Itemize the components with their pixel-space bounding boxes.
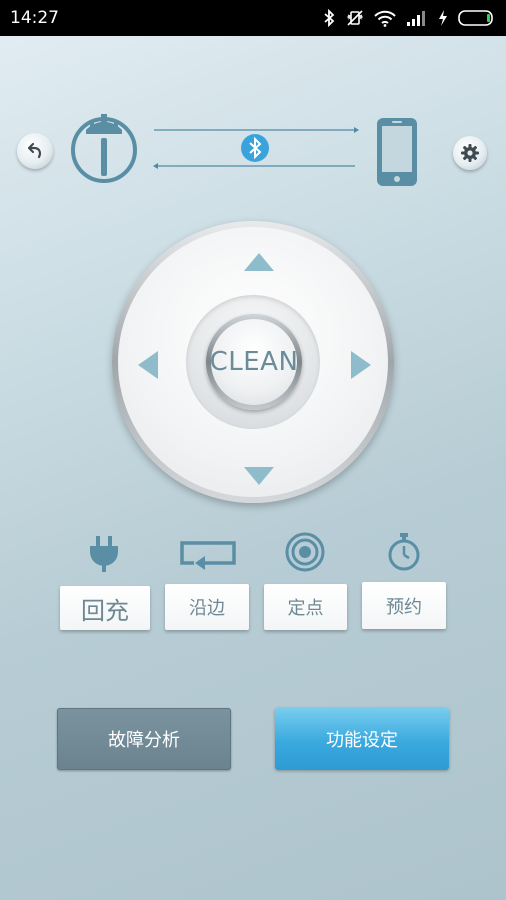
status-icons: [322, 9, 496, 27]
clean-button-label: CLEAN: [210, 319, 298, 405]
direction-pad: CLEAN: [112, 221, 394, 503]
charging-icon: [439, 10, 447, 26]
plug-icon: [90, 536, 118, 572]
arrow-right-button[interactable]: [351, 351, 371, 379]
fault-analysis-button[interactable]: 故障分析: [57, 708, 231, 770]
edge-clean-label: 沿边: [189, 598, 225, 619]
bluetooth-icon: [324, 9, 335, 27]
back-arrow-icon: [27, 142, 42, 159]
smartphone-icon: [377, 118, 417, 186]
clean-button[interactable]: CLEAN: [206, 314, 302, 410]
arrow-up-button[interactable]: [244, 253, 274, 271]
settings-button[interactable]: [453, 136, 487, 170]
robot-vacuum-icon: [71, 114, 137, 183]
bluetooth-icon: [241, 134, 269, 162]
fault-analysis-label: 故障分析: [108, 730, 180, 751]
schedule-label: 预约: [386, 596, 422, 618]
edge-return-icon: [180, 541, 236, 570]
recharge-button[interactable]: 回充: [60, 586, 150, 630]
arrow-down-button[interactable]: [244, 467, 274, 485]
schedule-button[interactable]: 预约: [362, 582, 446, 629]
arrow-left-button[interactable]: [138, 351, 158, 379]
spot-clean-button[interactable]: 定点: [264, 584, 347, 630]
back-button[interactable]: [17, 133, 53, 169]
wifi-icon: [374, 10, 396, 27]
status-time: 14:27: [10, 8, 59, 28]
stopwatch-icon: [388, 533, 420, 571]
battery-icon: [458, 10, 493, 26]
gear-icon: [461, 144, 479, 162]
target-icon: [285, 532, 325, 572]
spot-clean-label: 定点: [287, 598, 324, 619]
status-bar: 14:27: [0, 0, 506, 36]
function-settings-button[interactable]: 功能设定: [275, 708, 449, 770]
function-settings-label: 功能设定: [326, 730, 398, 751]
signal-icon: [407, 11, 425, 26]
vibrate-icon: [346, 10, 364, 26]
direction-pad-face: CLEAN: [118, 227, 388, 497]
recharge-label: 回充: [81, 596, 129, 625]
clean-button-ring: CLEAN: [186, 295, 320, 429]
edge-clean-button[interactable]: 沿边: [165, 584, 249, 630]
